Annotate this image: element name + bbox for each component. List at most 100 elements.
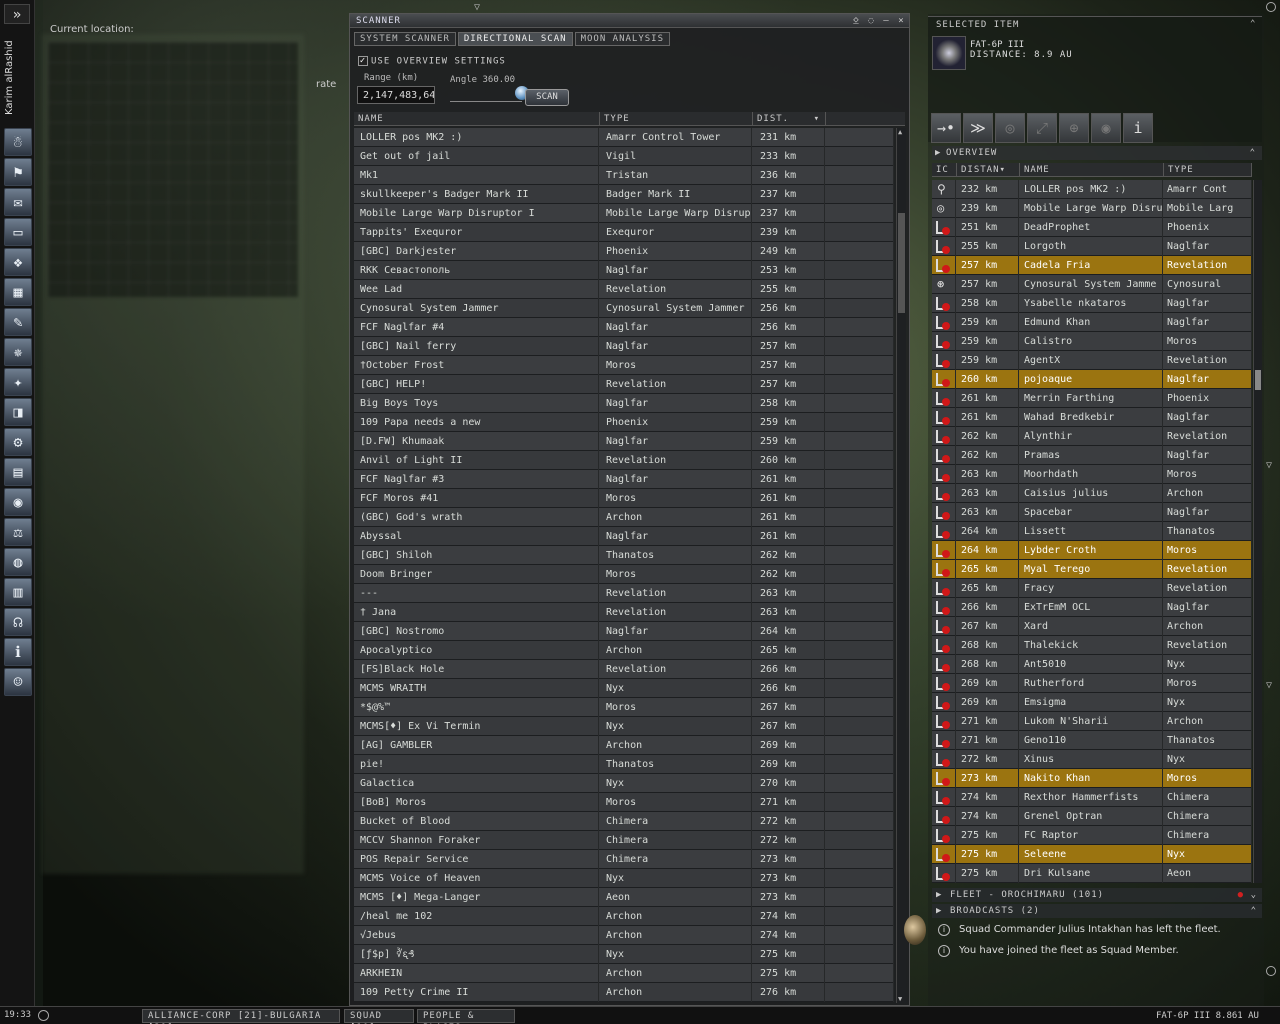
starmap-icon[interactable]: ◍	[4, 548, 32, 576]
table-row[interactable]: RKK Севастополь Naglfar 253 km	[354, 261, 894, 280]
table-row[interactable]: Big Boys Toys Naglfar 258 km	[354, 394, 894, 413]
table-row[interactable]: 259 km Calistro Moros	[932, 332, 1252, 351]
table-row[interactable]: † Jana Revelation 263 km	[354, 603, 894, 622]
character-name[interactable]: Karim alRashid	[4, 30, 30, 125]
table-row[interactable]: Anvil of Light II Revelation 260 km	[354, 451, 894, 470]
journal-icon[interactable]: ▥	[4, 578, 32, 606]
orbit-icon[interactable]: ◎	[995, 113, 1025, 143]
broadcast-message[interactable]: i You have joined the fleet as Squad Mem…	[932, 941, 1262, 961]
use-overview-checkbox[interactable]: ✓	[358, 56, 368, 66]
right-edge-collapse-icon[interactable]: ▽	[1266, 460, 1272, 471]
pin-icon[interactable]: ⍚	[850, 15, 862, 27]
table-row[interactable]: FCF Naglfar #4 Naglfar 256 km	[354, 318, 894, 337]
table-row[interactable]: 272 km Xinus Nyx	[932, 750, 1252, 769]
table-row[interactable]: MCCV Shannon Foraker Chimera 272 km	[354, 831, 894, 850]
table-row[interactable]: Mobile Large Warp Disruptor I Mobile Larg…	[354, 204, 894, 223]
table-row[interactable]: 109 Papa needs a new Phoenix 259 km	[354, 413, 894, 432]
table-row[interactable]: 263 km Moorhdath Moros	[932, 465, 1252, 484]
market-icon[interactable]: ⚖	[4, 518, 32, 546]
scanner-titlebar[interactable]: SCANNER ⍚ ◌ – ×	[350, 14, 909, 28]
table-row[interactable]: 267 km Xard Archon	[932, 617, 1252, 636]
scroll-up-icon[interactable]: ▲	[898, 128, 902, 136]
table-row[interactable]: Get out of jail Vigil 233 km	[354, 147, 894, 166]
corporation-icon[interactable]: ✎	[4, 308, 32, 336]
column-header-name[interactable]: NAME	[1020, 163, 1164, 177]
close-icon[interactable]: ×	[895, 15, 907, 27]
table-row[interactable]: 271 km Geno110 Thanatos	[932, 731, 1252, 750]
scrollbar-thumb[interactable]	[1255, 370, 1261, 390]
keep-at-range-icon[interactable]: ⤢	[1027, 113, 1057, 143]
notepad-icon[interactable]: ▭	[4, 218, 32, 246]
scroll-down-icon[interactable]: ▼	[898, 995, 902, 1003]
table-row[interactable]: 271 km Lukom N'Sharii Archon	[932, 712, 1252, 731]
broadcast-message[interactable]: i Squad Commander Julius Intakhan has le…	[932, 920, 1262, 940]
scrollbar-thumb[interactable]	[898, 213, 905, 313]
collapse-icon[interactable]: ⌃	[1251, 904, 1257, 918]
approach-icon[interactable]: →•	[931, 113, 961, 143]
table-row[interactable]: Doom Bringer Moros 262 km	[354, 565, 894, 584]
table-row[interactable]: 266 km ExTrEmM OCL Naglfar	[932, 598, 1252, 617]
collapse-top-icon[interactable]: ▽	[474, 2, 480, 13]
table-row[interactable]: 109 Petty Crime II Archon 276 km	[354, 983, 894, 1002]
table-row[interactable]: [GBC] HELP! Revelation 257 km	[354, 375, 894, 394]
right-edge-collapse-icon[interactable]: ▽	[1266, 680, 1272, 691]
table-row[interactable]: 275 km Seleene Nyx	[932, 845, 1252, 864]
table-row[interactable]: MCMS[♦] Ex Vi Termin Nyx 267 km	[354, 717, 894, 736]
science-industry-icon[interactable]: ✦	[4, 368, 32, 396]
table-row[interactable]: 263 km Caisius julius Archon	[932, 484, 1252, 503]
mail-icon[interactable]: ✉	[4, 188, 32, 216]
table-row[interactable]: 268 km Thalekick Revelation	[932, 636, 1252, 655]
show-info-icon[interactable]: i	[1123, 113, 1153, 143]
fleet-header[interactable]: ▶ FLEET - OROCHIMARU (101) ● ⌄	[932, 888, 1262, 902]
table-row[interactable]: 264 km Lissett Thanatos	[932, 522, 1252, 541]
table-row[interactable]: 263 km Spacebar Naglfar	[932, 503, 1252, 522]
character-sheet-icon[interactable]: ☃	[4, 128, 32, 156]
table-row[interactable]: pie! Thanatos 269 km	[354, 755, 894, 774]
table-row[interactable]: Tappits' Exequror Exequror 239 km	[354, 223, 894, 242]
tab-directional-scan[interactable]: DIRECTIONAL SCAN	[457, 32, 573, 46]
inventory-icon[interactable]: ◨	[4, 398, 32, 426]
table-row[interactable]: FCF Naglfar #3 Naglfar 261 km	[354, 470, 894, 489]
scan-results-scrollbar[interactable]: ▲ ▼	[896, 128, 906, 1003]
table-row[interactable]: 258 km Ysabelle nkataros Naglfar	[932, 294, 1252, 313]
table-row[interactable]: POS Repair Service Chimera 273 km	[354, 850, 894, 869]
minimize-icon[interactable]: –	[880, 15, 892, 27]
look-at-icon[interactable]: ◉	[1091, 113, 1121, 143]
table-row[interactable]: LOLLER pos MK2 :) Amarr Control Tower 231 …	[354, 128, 894, 147]
table-row[interactable]: 265 km Fracy Revelation	[932, 579, 1252, 598]
table-row[interactable]: FCF Moros #41 Moros 261 km	[354, 489, 894, 508]
calculator-icon[interactable]: ▤	[4, 458, 32, 486]
table-row[interactable]: skullkeeper's Badger Mark II Badger Mark …	[354, 185, 894, 204]
table-row[interactable]: 274 km Rexthor Hammerfists Chimera	[932, 788, 1252, 807]
celestial-thumbnail[interactable]	[932, 36, 966, 70]
table-row[interactable]: Abyssal Naglfar 261 km	[354, 527, 894, 546]
table-row[interactable]: (GBC) God's wrath Archon 261 km	[354, 508, 894, 527]
fitting-icon[interactable]: ⚙	[4, 428, 32, 456]
broadcasts-header[interactable]: ▶ BROADCASTS (2) ⌃	[932, 904, 1262, 918]
column-header-type[interactable]: TYPE	[1164, 163, 1252, 177]
overview-scrollbar[interactable]	[1253, 180, 1262, 883]
table-row[interactable]: [GBC] Shiloh Thanatos 262 km	[354, 546, 894, 565]
scan-button[interactable]: SCAN	[525, 89, 569, 106]
table-row[interactable]: 257 km Cadela Fria Revelation	[932, 256, 1252, 275]
table-row[interactable]: Wee Lad Revelation 255 km	[354, 280, 894, 299]
table-row[interactable]: [ƒ$p] ∛ᶓ₰ Nyx 275 km	[354, 945, 894, 964]
table-row[interactable]: 264 km Lybder Croth Moros	[932, 541, 1252, 560]
table-row[interactable]: [D.FW] Khumaak Naglfar 259 km	[354, 432, 894, 451]
table-row[interactable]: Bucket of Blood Chimera 272 km	[354, 812, 894, 831]
table-row[interactable]: ⚲ 232 km LOLLER pos MK2 :) Amarr Cont	[932, 180, 1252, 199]
table-row[interactable]: 261 km Merrin Farthing Phoenix	[932, 389, 1252, 408]
table-row[interactable]: Galactica Nyx 270 km	[354, 774, 894, 793]
column-header-name[interactable]: NAME	[354, 112, 600, 126]
table-row[interactable]: 255 km Lorgoth Naglfar	[932, 237, 1252, 256]
table-row[interactable]: 269 km Emsigma Nyx	[932, 693, 1252, 712]
column-header-distance[interactable]: DISTAN▾	[957, 163, 1020, 177]
table-row[interactable]: 262 km Alynthir Revelation	[932, 427, 1252, 446]
table-row[interactable]: 251 km DeadProphet Phoenix	[932, 218, 1252, 237]
table-row[interactable]: /heal me 102 Archon 274 km	[354, 907, 894, 926]
use-overview-settings[interactable]: ✓ USE OVERVIEW SETTINGS	[358, 56, 506, 67]
table-row[interactable]: 262 km Pramas Naglfar	[932, 446, 1252, 465]
table-row[interactable]: [BoB] Moros Moros 271 km	[354, 793, 894, 812]
collapse-icon[interactable]: ⌃	[1250, 146, 1256, 160]
table-row[interactable]: 275 km FC Raptor Chimera	[932, 826, 1252, 845]
